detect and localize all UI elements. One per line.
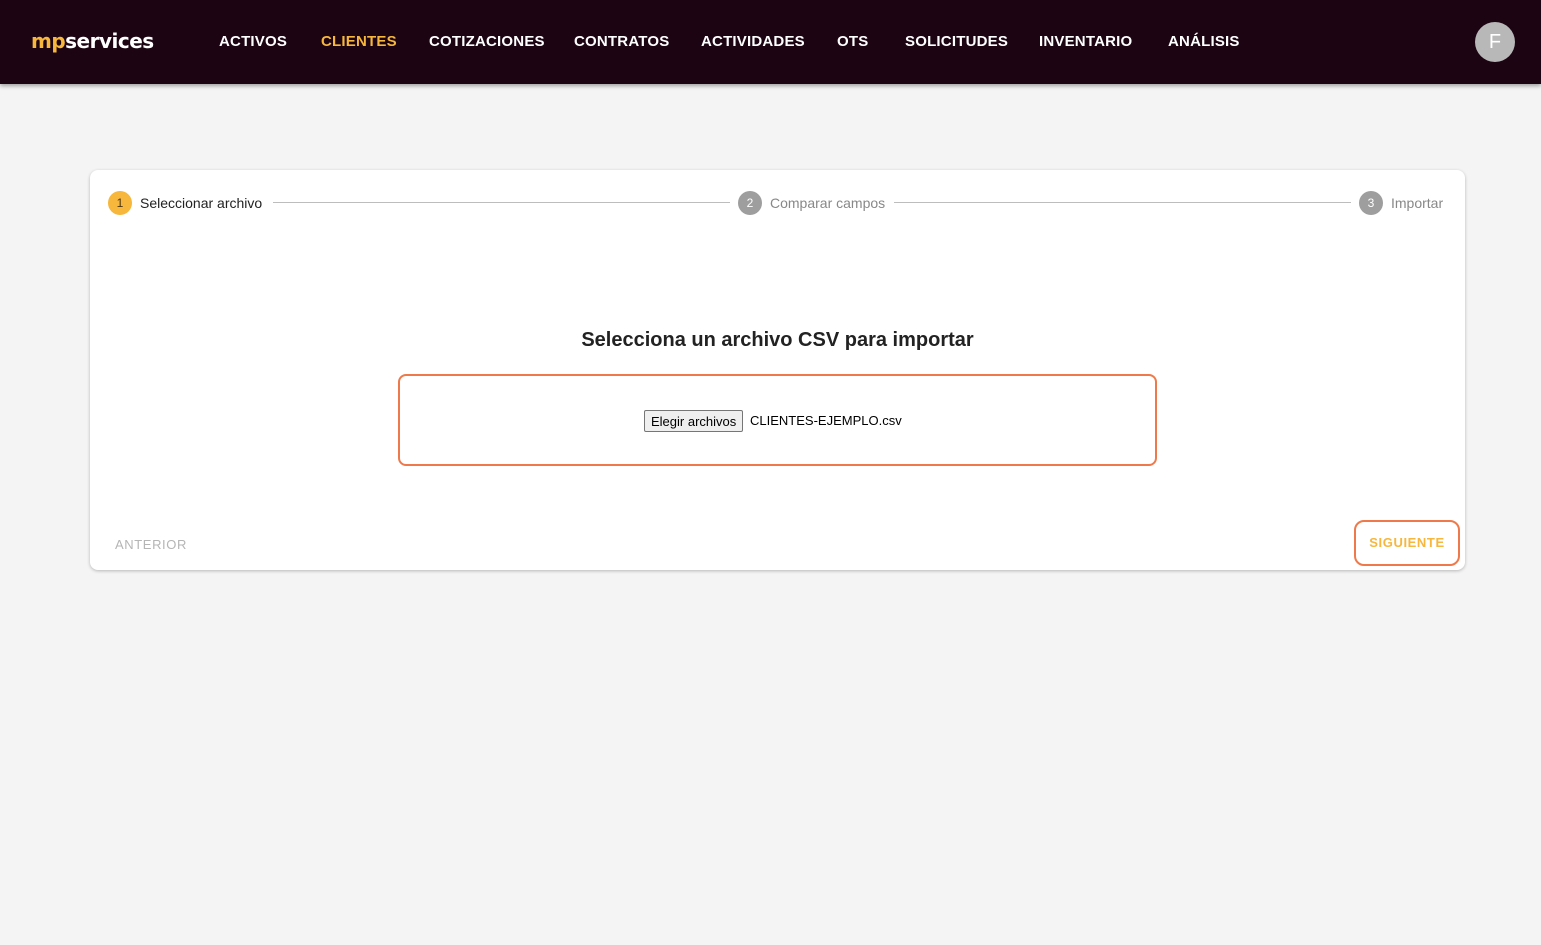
previous-button[interactable]: ANTERIOR [115,537,187,553]
nav-ots[interactable]: OTS [837,32,868,52]
step-2-label: Comparar campos [770,195,886,211]
nav-activos[interactable]: ACTIVOS [219,32,287,52]
step-1-number: 1 [108,191,132,215]
step-connector-1 [273,202,730,203]
logo-suffix: services [65,29,154,53]
upload-heading: Selecciona un archivo CSV para importar [581,329,974,351]
import-wizard-card: 1 Seleccionar archivo 2 Comparar campos … [90,170,1465,570]
next-button[interactable]: SIGUIENTE [1354,520,1460,566]
mpservices-logo[interactable]: mpservices [31,28,154,54]
nav-actividades[interactable]: ACTIVIDADES [701,32,805,52]
step-2-number: 2 [738,191,762,215]
nav-cotizaciones[interactable]: COTIZACIONES [429,32,545,52]
step-1-label: Seleccionar archivo [140,195,263,211]
top-navbar: mpservices ACTIVOS CLIENTES COTIZACIONES… [0,0,1541,84]
nav-solicitudes[interactable]: SOLICITUDES [905,32,1008,52]
user-avatar[interactable]: F [1475,22,1515,62]
step-connector-2 [894,202,1351,203]
selected-file-name: CLIENTES-EJEMPLO.csv [750,413,902,428]
nav-analisis[interactable]: ANÁLISIS [1168,32,1240,52]
step-3-label: Importar [1391,195,1444,211]
step-3-number: 3 [1359,191,1383,215]
logo-prefix: mp [31,29,66,53]
choose-files-button[interactable]: Elegir archivos [644,410,744,432]
nav-clientes[interactable]: CLIENTES [321,32,397,52]
nav-contratos[interactable]: CONTRATOS [574,32,669,52]
nav-inventario[interactable]: INVENTARIO [1039,32,1132,52]
file-dropzone[interactable]: Elegir archivos CLIENTES-EJEMPLO.csv [398,374,1157,466]
